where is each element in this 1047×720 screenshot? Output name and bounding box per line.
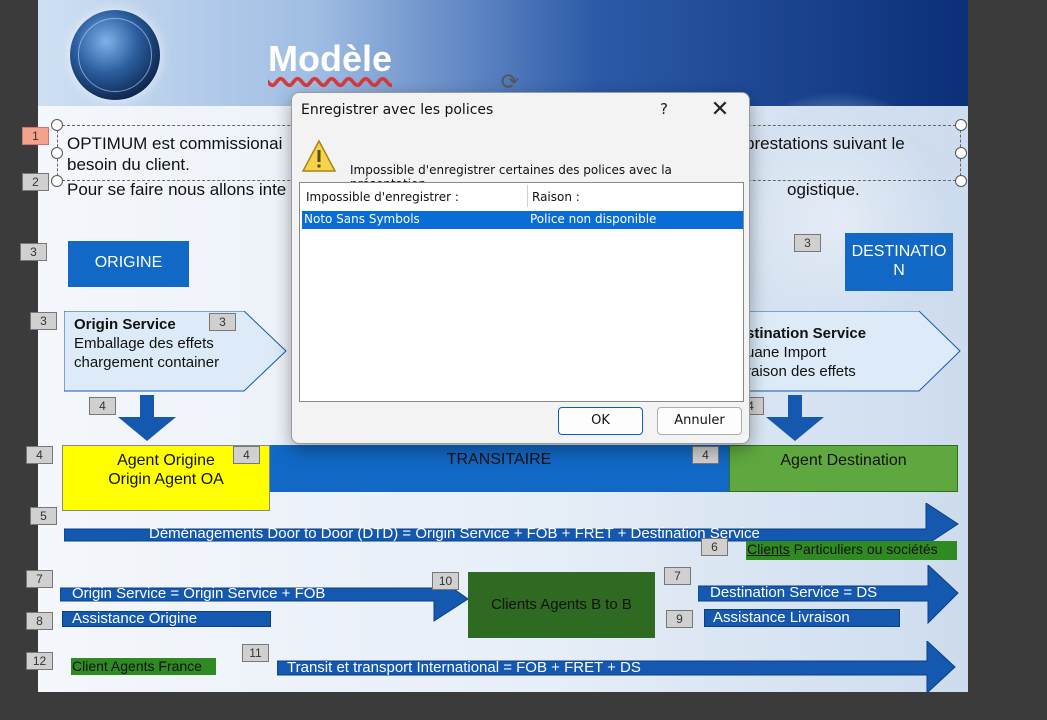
- step-tag-6[interactable]: 6: [701, 538, 728, 556]
- list-row-selected[interactable]: Noto Sans Symbols Police non disponible: [302, 211, 743, 229]
- clients-particuliers-box[interactable]: Clients Particuliers ou sociétés: [746, 541, 957, 560]
- destination-ds-label[interactable]: Destination Service = DS: [710, 584, 877, 601]
- dtd-label[interactable]: Déménagements Door to Door (DTD) = Origi…: [149, 525, 760, 542]
- origin-service-heading: Origin Service: [74, 316, 176, 333]
- step-tag-11[interactable]: 11: [242, 644, 269, 662]
- warning-icon: [301, 139, 337, 172]
- step-tag-4[interactable]: 4: [692, 446, 719, 464]
- step-tag-4[interactable]: 4: [26, 446, 53, 464]
- down-arrow-destination[interactable]: [764, 395, 826, 443]
- step-tag-3[interactable]: 3: [20, 243, 47, 261]
- column-separator[interactable]: [527, 185, 528, 207]
- transitaire-box[interactable]: TRANSITAIRE: [268, 445, 730, 492]
- resize-handle[interactable]: [955, 147, 967, 159]
- assistance-origine-box[interactable]: Assistance Origine: [62, 610, 271, 627]
- save-fonts-dialog[interactable]: Enregistrer avec les polices ? ✕ Impossi…: [291, 92, 750, 444]
- destination-service-heading: stination Service: [746, 325, 867, 342]
- paragraph-1-text[interactable]: OPTIMUM est commissionai besoin du clien…: [67, 133, 287, 175]
- dialog-title: Enregistrer avec les polices: [301, 102, 494, 118]
- ok-button[interactable]: OK: [558, 407, 643, 435]
- origin-service-line2: chargement container: [74, 354, 220, 371]
- transit-international-label[interactable]: Transit et transport International = FOB…: [287, 659, 641, 676]
- step-tag-1[interactable]: 1: [22, 127, 49, 145]
- paragraph-1-text-right[interactable]: prestations suivant le: [745, 133, 905, 154]
- step-tag-8[interactable]: 8: [26, 612, 53, 630]
- destination-box[interactable]: DESTINATIO N: [845, 233, 953, 291]
- destination-service-line2: raison des effets: [746, 363, 856, 380]
- agent-destination-box[interactable]: Agent Destination: [729, 445, 958, 492]
- slide-title[interactable]: Modèle: [268, 38, 392, 80]
- origin-fob-label[interactable]: Origin Service = Origin Service + FOB: [72, 585, 325, 602]
- client-agents-france-box[interactable]: Client Agents France: [71, 658, 216, 675]
- step-tag-7[interactable]: 7: [664, 567, 691, 585]
- step-tag-12[interactable]: 12: [26, 652, 53, 670]
- resize-handle[interactable]: [955, 175, 967, 187]
- agent-origine-line2: Origin Agent OA: [108, 471, 224, 488]
- close-icon[interactable]: ✕: [707, 97, 733, 122]
- column-header-reason[interactable]: Raison :: [532, 190, 580, 204]
- resize-handle[interactable]: [955, 119, 967, 131]
- step-tag-2[interactable]: 2: [22, 173, 49, 191]
- assistance-origine-label: Assistance Origine: [72, 610, 198, 627]
- resize-handle[interactable]: [51, 119, 63, 131]
- destination-service-text[interactable]: stination Service uane Import raison des…: [746, 324, 866, 381]
- resize-handle[interactable]: [51, 175, 63, 187]
- step-tag-3[interactable]: 3: [209, 313, 236, 331]
- row-font-name: Noto Sans Symbols: [304, 212, 420, 226]
- clients-agents-b2b-box[interactable]: Clients Agents B to B: [468, 572, 655, 638]
- cancel-button[interactable]: Annuler: [657, 407, 742, 435]
- clients-word: Clients: [747, 541, 790, 557]
- rotate-icon[interactable]: ⟳: [498, 70, 522, 94]
- paragraph-2-text-right[interactable]: ogistique.: [787, 179, 860, 200]
- step-tag-7[interactable]: 7: [26, 570, 53, 588]
- assistance-livraison-label: Assistance Livraison: [713, 609, 850, 626]
- origine-box[interactable]: ORIGINE: [68, 241, 189, 287]
- step-tag-5[interactable]: 5: [30, 507, 57, 525]
- assistance-livraison-box[interactable]: Assistance Livraison: [704, 609, 900, 627]
- origin-service-line1: Emballage des effets: [74, 335, 214, 352]
- help-icon[interactable]: ?: [654, 100, 674, 118]
- particuliers-text: Particuliers ou sociétés: [789, 541, 938, 557]
- paragraph-2-text[interactable]: Pour se faire nous allons inte: [67, 179, 286, 200]
- step-tag-3[interactable]: 3: [794, 234, 821, 252]
- fonts-list[interactable]: Impossible d'enregistrer : Raison : Noto…: [299, 182, 744, 402]
- origin-service-text[interactable]: Origin Service Emballage des effets char…: [74, 315, 219, 372]
- step-tag-10[interactable]: 10: [432, 572, 459, 590]
- step-tag-3[interactable]: 3: [30, 312, 57, 330]
- column-header-font[interactable]: Impossible d'enregistrer :: [306, 190, 459, 204]
- down-arrow-origin[interactable]: [116, 395, 178, 443]
- step-tag-9[interactable]: 9: [666, 610, 693, 628]
- step-tag-4[interactable]: 4: [89, 397, 116, 415]
- globe-image: [70, 10, 160, 100]
- transitaire-label: TRANSITAIRE: [446, 451, 552, 468]
- destination-service-line1: uane Import: [746, 344, 827, 361]
- step-tag-4[interactable]: 4: [233, 446, 260, 464]
- resize-handle[interactable]: [51, 147, 63, 159]
- row-reason: Police non disponible: [530, 212, 657, 226]
